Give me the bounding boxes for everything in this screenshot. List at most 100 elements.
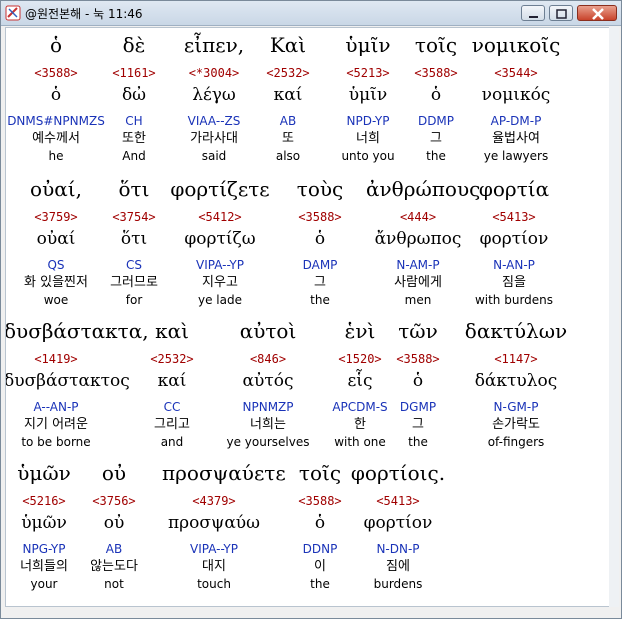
minimize-button[interactable] xyxy=(521,5,545,21)
parsing-code: DAMP xyxy=(302,258,338,272)
english-gloss: burdens xyxy=(373,577,423,591)
word-block[interactable]: τῶν <3588> ὁ DGMP 그 the xyxy=(366,318,470,450)
lexical-form: ὁ xyxy=(412,371,424,391)
maximize-button[interactable] xyxy=(549,5,573,21)
strong-number: <5413> xyxy=(376,494,420,508)
greek-word: προσψαύετε xyxy=(162,461,286,485)
greek-word: δακτύλων xyxy=(464,319,568,343)
close-icon xyxy=(592,8,604,20)
parsing-code: N-AN-P xyxy=(493,258,535,272)
korean-gloss: 지우고 xyxy=(202,275,238,290)
strong-number: <1419> xyxy=(34,352,78,366)
parsing-code: NPNMZP xyxy=(242,400,294,414)
title-bar[interactable]: @원전본해 - 눅 11:46 xyxy=(1,1,621,26)
parsing-code: N-GM-P xyxy=(493,400,539,414)
english-gloss: of-fingers xyxy=(487,435,545,449)
greek-word: οὐ xyxy=(101,461,127,485)
word-block[interactable]: δακτύλων <1147> δάκτυλος N-GM-P 손가락도 of-finge… xyxy=(464,318,568,450)
lexical-form: ὁ xyxy=(314,229,326,249)
greek-word: φορτίζετε xyxy=(170,177,270,201)
english-gloss: ye lawyers xyxy=(483,149,549,163)
greek-word: ἀνθρώπους xyxy=(366,177,481,201)
parsing-code: N-AM-P xyxy=(396,258,440,272)
strong-number: <3588> xyxy=(298,210,342,224)
english-gloss: men xyxy=(404,293,432,307)
korean-gloss: 율법사여 xyxy=(492,131,540,146)
maximize-icon xyxy=(556,9,567,19)
word-block[interactable]: νομικοῖς <3544> νομικός AP-DM-P 율법사여 ye lawye… xyxy=(464,32,568,164)
word-block[interactable]: καὶ <2532> καί CC 그리고 and xyxy=(120,318,224,450)
close-button[interactable] xyxy=(577,5,617,21)
interlinear-view[interactable]: ὁ <3588> ὁ DNMS#NPNMZS 예수께서 he δὲ <1161> δὠ CH 또한 A… xyxy=(5,27,611,607)
lexical-form: δάκτυλος xyxy=(474,371,558,391)
parsing-code: DGMP xyxy=(399,400,437,414)
greek-word: νομικοῖς xyxy=(471,33,561,57)
lexical-form: φορτίζω xyxy=(184,229,256,249)
strong-number: <1147> xyxy=(494,352,538,366)
word-block[interactable]: φορτία <5413> φορτίον N-AN-P 짐을 with burdens xyxy=(462,176,566,308)
app-icon xyxy=(5,5,21,21)
korean-gloss: 대지 xyxy=(202,559,226,574)
word-block[interactable]: φορτίοις. <5413> φορτίον N-DN-P 짐에 burdens xyxy=(346,460,450,592)
greek-word: δυσβάστακτα, xyxy=(5,319,149,343)
window-title: @원전본해 - 눅 11:46 xyxy=(25,7,143,21)
english-gloss: to be borne xyxy=(21,435,91,449)
english-gloss: touch xyxy=(197,577,231,591)
strong-number: <5412> xyxy=(198,210,242,224)
greek-word: καὶ xyxy=(155,319,189,343)
korean-gloss: 짐을 xyxy=(502,275,526,290)
english-gloss: ye yourselves xyxy=(226,435,310,449)
parsing-code: CC xyxy=(163,400,181,414)
english-gloss: with burdens xyxy=(474,293,554,307)
strong-number: <3756> xyxy=(92,494,136,508)
parsing-code: VIPA--YP xyxy=(190,542,238,556)
lexical-form: καί xyxy=(157,371,187,391)
greek-word: φορτία xyxy=(478,177,550,201)
korean-gloss: 사람에게 xyxy=(394,275,442,290)
korean-gloss: 그 xyxy=(412,417,424,432)
lexical-form: οὐ xyxy=(103,513,125,533)
korean-gloss: 손가락도 xyxy=(492,417,540,432)
word-block[interactable]: δυσβάστακτα, <1419> δυσβάστακτος A--AN-P 지기 … xyxy=(5,318,149,450)
greek-word: φορτίοις. xyxy=(350,461,446,485)
lexical-form: αὐτός xyxy=(242,371,294,391)
word-block[interactable]: φορτίζετε <5412> φορτίζω VIPA--YP 지우고 ye lade xyxy=(168,176,272,308)
strong-number: <846> xyxy=(249,352,287,366)
english-gloss: the xyxy=(310,293,330,307)
parsing-code: N-DN-P xyxy=(376,542,420,556)
word-block[interactable]: προσψαύετε <4379> προσψαύω VIPA--YP 대지 touch xyxy=(162,460,286,592)
parsing-code: VIPA--YP xyxy=(196,258,244,272)
app-window: @원전본해 - 눅 11:46 ὁ <3588> ὁ DNMS#NPNMZS 예수께서 h… xyxy=(0,0,622,619)
scrollbar[interactable] xyxy=(609,27,619,607)
korean-gloss: 짐에 xyxy=(386,559,410,574)
parsing-code: AP-DM-P xyxy=(490,114,542,128)
lexical-form: δυσβάστακτος xyxy=(5,371,130,391)
strong-number: <5413> xyxy=(492,210,536,224)
parsing-code: AB xyxy=(105,542,123,556)
minimize-icon xyxy=(529,16,538,18)
korean-gloss: 않는도다 xyxy=(90,559,138,574)
word-block[interactable]: οὐ <3756> οὐ AB 않는도다 not xyxy=(62,460,166,592)
strong-number: <4379> xyxy=(192,494,236,508)
english-gloss: ye lade xyxy=(198,293,242,307)
english-gloss: and xyxy=(160,435,184,449)
lexical-form: φορτίον xyxy=(479,229,549,249)
strong-number: <444> xyxy=(399,210,437,224)
word-block[interactable]: ἀνθρώπους <444> ἄνθρωπος N-AM-P 사람에게 men xyxy=(366,176,481,308)
word-block[interactable]: τοὺς <3588> ὁ DAMP 그 the xyxy=(268,176,372,308)
strong-number: <3588> xyxy=(396,352,440,366)
lexical-form: φορτίον xyxy=(363,513,433,533)
strong-number: <2532> xyxy=(150,352,194,366)
english-gloss: the xyxy=(408,435,428,449)
korean-gloss: 지기 어려운 xyxy=(24,417,88,432)
lexical-form: νομικός xyxy=(481,85,551,105)
lexical-form: ἄνθρωπος xyxy=(374,229,462,249)
korean-gloss: 너희는 xyxy=(250,417,286,432)
word-block[interactable]: αὐτοὶ <846> αὐτός NPNMZP 너희는 ye yourselves xyxy=(216,318,320,450)
korean-gloss: 그 xyxy=(314,275,326,290)
greek-word: αὐτοὶ xyxy=(239,319,297,343)
strong-number: <3544> xyxy=(494,66,538,80)
english-gloss: not xyxy=(104,577,124,591)
korean-gloss: 그리고 xyxy=(154,417,190,432)
greek-word: τῶν xyxy=(398,319,438,343)
